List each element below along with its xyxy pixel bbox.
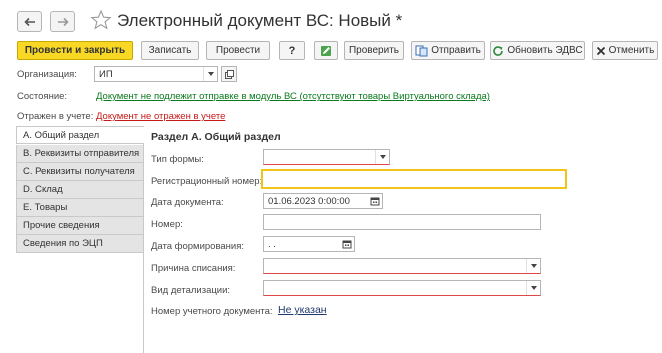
detail-type-select[interactable]: [263, 280, 541, 296]
refresh-icon: [493, 45, 504, 56]
reg-number-label: Регистрационный номер:: [151, 176, 263, 187]
form-type-label: Тип формы:: [151, 154, 204, 165]
section-sidebar: А. Общий раздел В. Реквизиты отправителя…: [16, 126, 144, 353]
writeoff-reason-label: Причина списания:: [151, 263, 236, 274]
arrow-right-icon: [57, 17, 69, 26]
reflected-label: Отражен в учете:: [17, 111, 94, 122]
account-doc-label: Номер учетного документа:: [151, 306, 273, 317]
window-title: Электронный документ ВС: Новый *: [117, 11, 403, 30]
sidebar-item-recipient[interactable]: С. Реквизиты получателя: [16, 163, 144, 181]
sidebar-item-general[interactable]: А. Общий раздел: [16, 126, 144, 144]
sidebar-item-goods[interactable]: E. Товары: [16, 199, 144, 217]
writeoff-reason-select[interactable]: [263, 258, 541, 274]
open-window-icon: [224, 69, 234, 79]
forward-button[interactable]: [50, 11, 75, 32]
sidebar-item-sender[interactable]: В. Реквизиты отправителя: [16, 145, 144, 163]
form-date-input[interactable]: . .: [263, 236, 355, 252]
chevron-down-icon[interactable]: [203, 67, 217, 81]
pencil-icon: [321, 45, 331, 56]
sidebar-item-signature[interactable]: Сведения по ЭЦП: [16, 235, 144, 253]
doc-date-label: Дата документа:: [151, 197, 224, 208]
chevron-down-icon[interactable]: [526, 281, 540, 295]
calendar-icon[interactable]: [340, 237, 354, 251]
update-edvs-button[interactable]: Обновить ЭДВС: [490, 41, 585, 60]
arrow-left-icon: [23, 17, 35, 26]
star-icon[interactable]: [90, 9, 112, 31]
state-label: Состояние:: [17, 91, 68, 102]
organization-label: Организация:: [17, 69, 77, 80]
send-document-icon: [415, 45, 428, 56]
reflected-link[interactable]: Документ не отражен в учете: [96, 111, 225, 122]
doc-date-input[interactable]: 01.06.2023 0:00:00: [263, 193, 383, 209]
chevron-down-icon[interactable]: [375, 150, 389, 164]
check-button[interactable]: Проверить: [344, 41, 404, 60]
back-button[interactable]: [17, 11, 42, 32]
form-type-select[interactable]: [263, 149, 390, 165]
number-input[interactable]: [263, 214, 541, 230]
post-button[interactable]: Провести: [206, 41, 270, 60]
send-button[interactable]: Отправить: [411, 41, 485, 60]
post-and-close-button[interactable]: Провести и закрыть: [17, 41, 133, 60]
open-organization-button[interactable]: [221, 66, 237, 82]
section-title: Раздел А. Общий раздел: [151, 131, 281, 143]
form-date-label: Дата формирования:: [151, 241, 245, 252]
close-icon: [596, 46, 605, 55]
state-link[interactable]: Документ не подлежит отправке в модуль В…: [96, 91, 490, 102]
number-label: Номер:: [151, 219, 183, 230]
edit-button[interactable]: [314, 41, 338, 60]
save-button[interactable]: Записать: [141, 41, 199, 60]
calendar-icon[interactable]: [368, 194, 382, 208]
detail-type-label: Вид детализации:: [151, 285, 231, 296]
sidebar-item-other[interactable]: Прочие сведения: [16, 217, 144, 235]
help-button[interactable]: ?: [279, 41, 305, 60]
sidebar-item-warehouse[interactable]: D. Склад: [16, 181, 144, 199]
chevron-down-icon[interactable]: [526, 259, 540, 273]
account-doc-link[interactable]: Не указан: [278, 304, 327, 316]
organization-field[interactable]: ИП: [94, 66, 218, 82]
sidebar-divider: [143, 144, 144, 353]
reg-number-input[interactable]: [261, 169, 567, 189]
cancel-button[interactable]: Отменить: [592, 41, 658, 60]
